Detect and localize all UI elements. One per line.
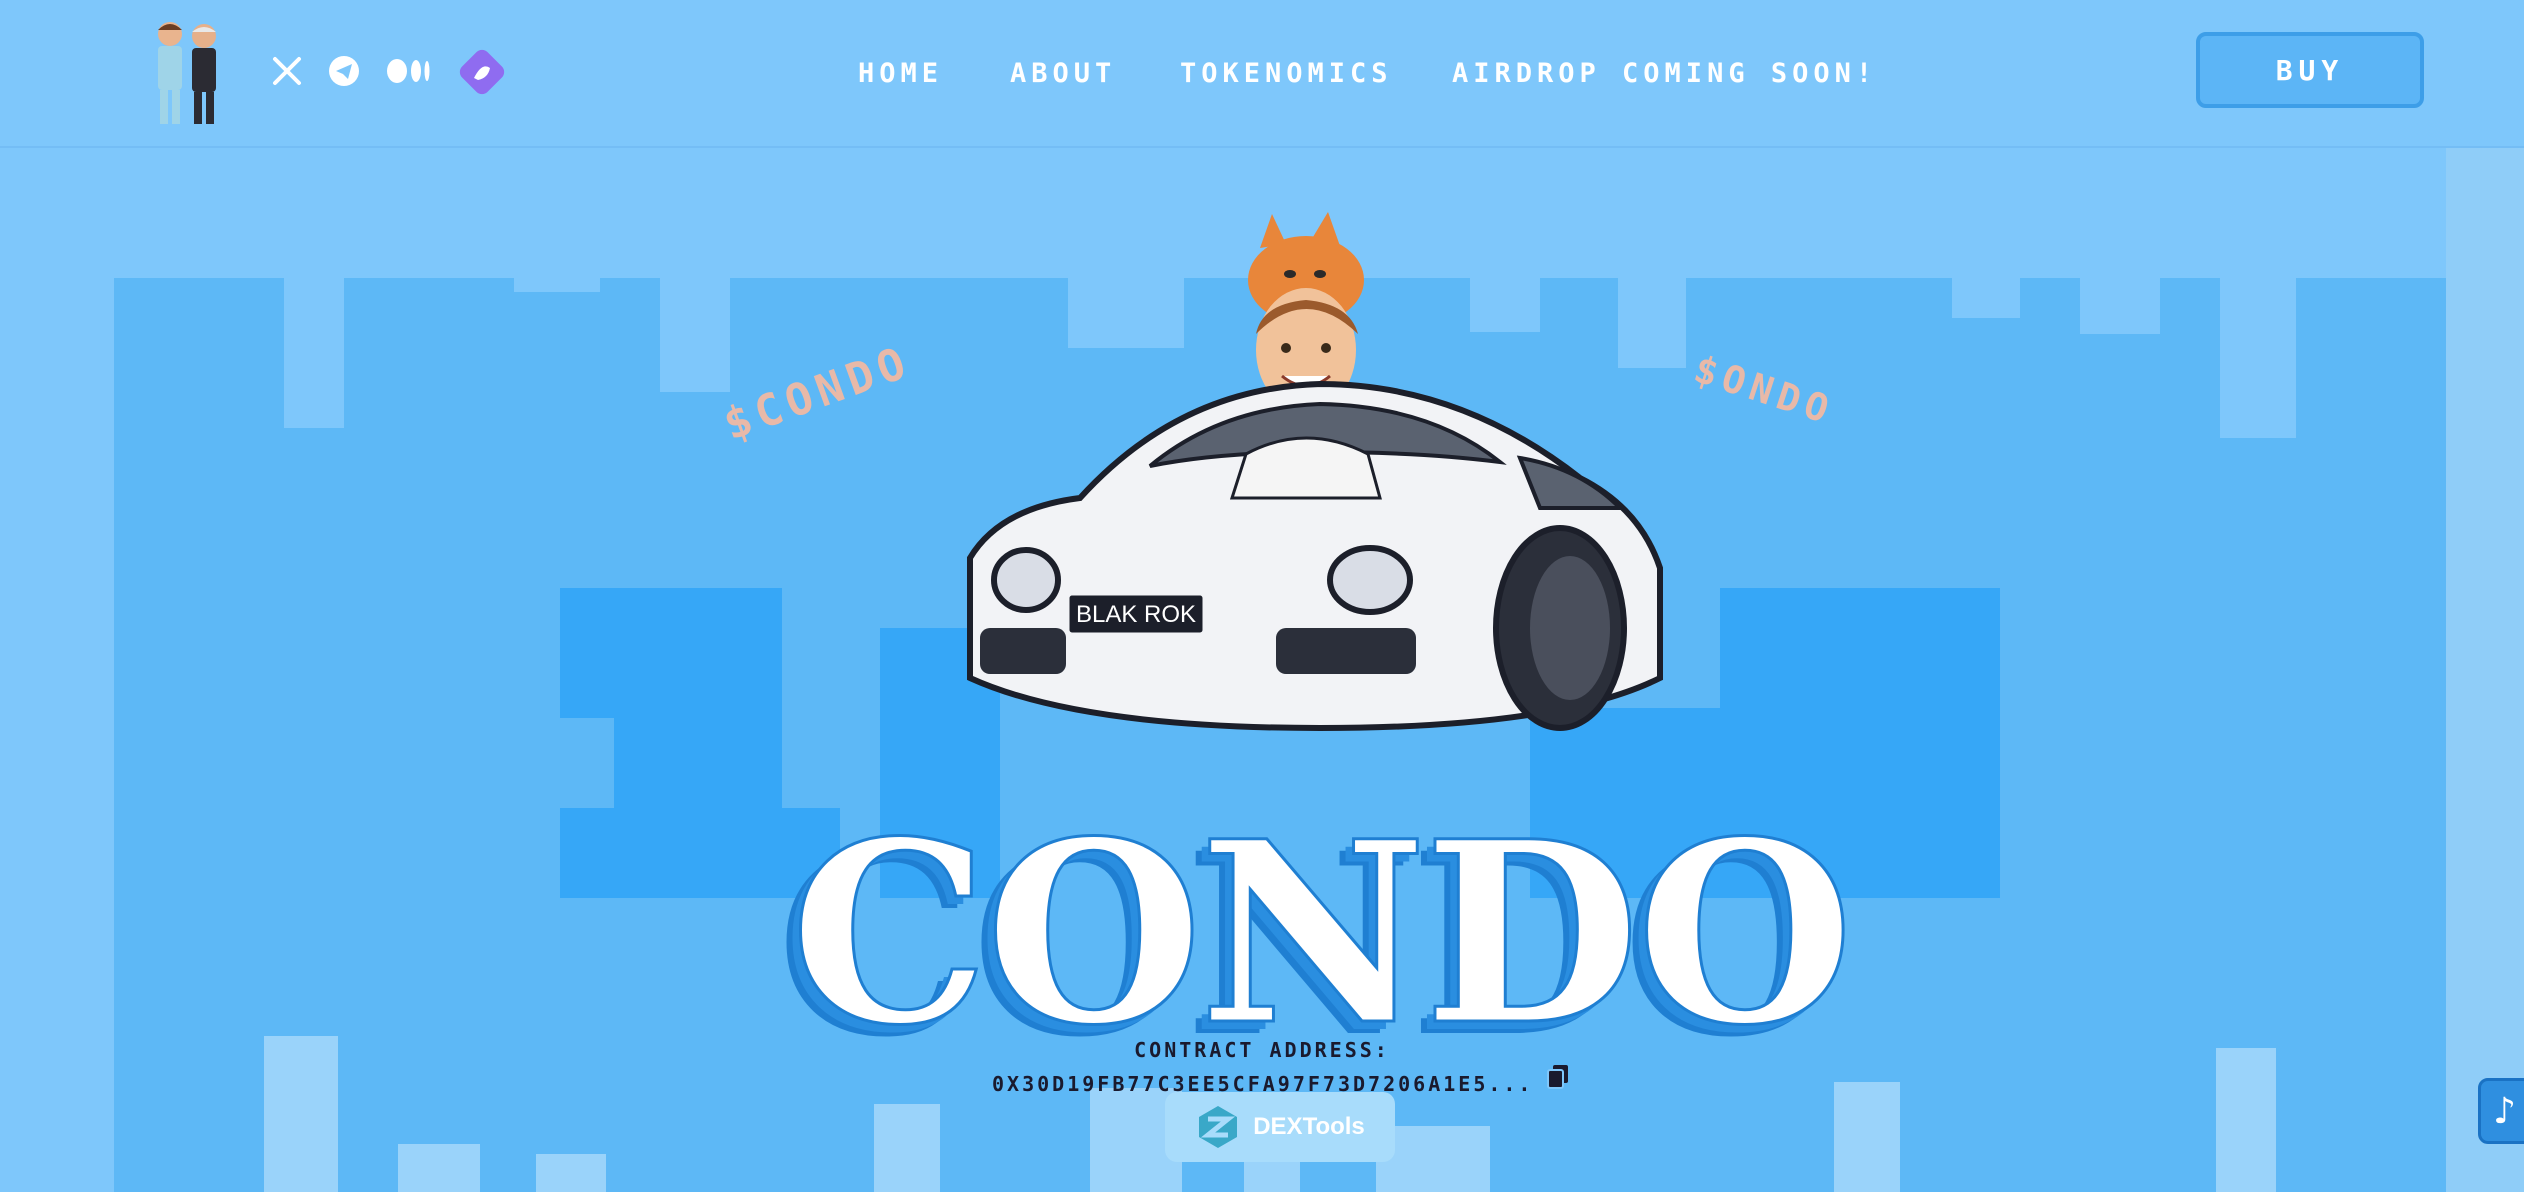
nav-about[interactable]: ABOUT (1010, 58, 1116, 89)
phantom-icon[interactable] (458, 48, 506, 96)
contract-address-value[interactable]: 0X30D19FB77C3EE5CFA97F73D7206A1E5... (992, 1072, 1533, 1096)
music-note-icon: ♪ (2493, 1090, 2516, 1132)
site-header: HOME ABOUT TOKENOMICS AIRDROP COMING SOO… (0, 0, 2524, 148)
dextools-button[interactable]: DEXTools (1165, 1092, 1395, 1162)
license-plate: BLAK ROK (1076, 601, 1196, 628)
x-icon[interactable] (272, 52, 302, 90)
car-character-illustration: BLAK ROK (967, 212, 1663, 732)
hero-title: CONDO (789, 786, 1856, 1080)
contract-address-label: CONTRACT ADDRESS: (1134, 1038, 1390, 1062)
logo-icon[interactable] (150, 18, 226, 126)
hero-section: $CONDO $ONDO BLAK ROK CONDO DEXTools CON… (0, 148, 2524, 1192)
dextools-icon (1199, 1106, 1238, 1148)
buy-button[interactable]: BUY (2196, 32, 2424, 108)
telegram-icon[interactable] (328, 52, 360, 90)
nav-airdrop[interactable]: AIRDROP COMING SOON! (1452, 58, 1877, 89)
copy-icon[interactable] (1546, 1064, 1570, 1090)
medium-icon[interactable] (386, 52, 432, 90)
music-toggle-button[interactable]: ♪ (2478, 1078, 2524, 1144)
nav-tokenomics[interactable]: TOKENOMICS (1180, 58, 1393, 89)
dextools-label: DEXTools (1253, 1113, 1365, 1140)
nav-home[interactable]: HOME (858, 58, 943, 89)
